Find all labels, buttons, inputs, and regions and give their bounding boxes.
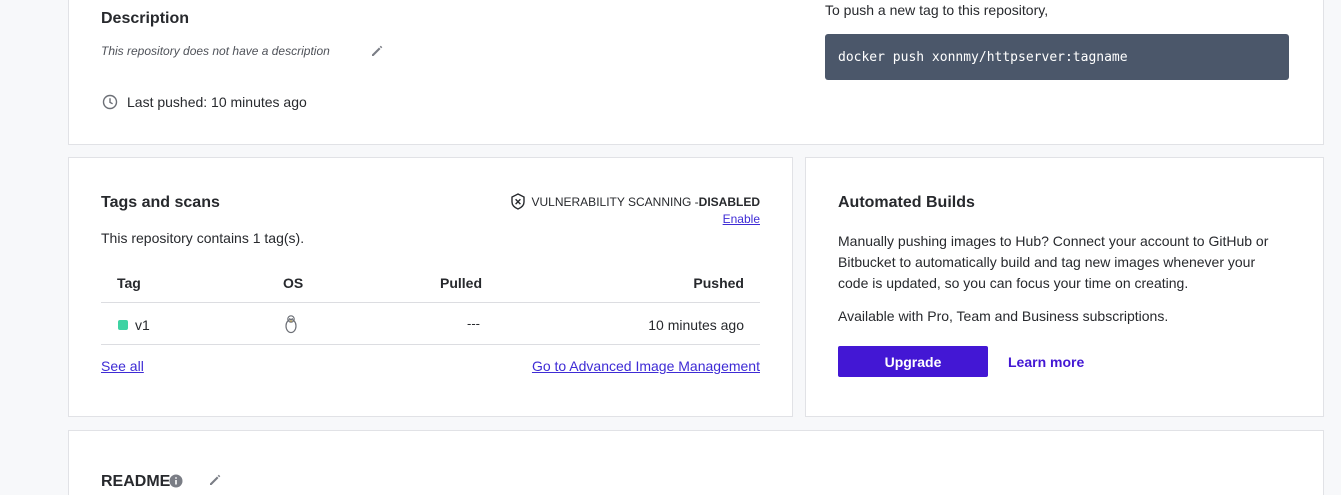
- tags-summary: This repository contains 1 tag(s).: [101, 230, 305, 246]
- learn-more-link[interactable]: Learn more: [1008, 354, 1084, 370]
- description-title: Description: [101, 10, 190, 27]
- scan-label: VULNERABILITY SCANNING -: [531, 194, 699, 209]
- tag-status-indicator: [118, 320, 128, 330]
- tag-pushed: 10 minutes ago: [648, 317, 744, 333]
- scan-status: DISABLED: [698, 194, 760, 209]
- advanced-image-management-link[interactable]: Go to Advanced Image Management: [532, 358, 760, 374]
- push-command: docker push xonnmy/httpserver:tagname: [838, 49, 1128, 65]
- readme-card: README: [68, 430, 1324, 495]
- edit-description-button[interactable]: [370, 44, 384, 58]
- automated-builds-card: Automated Builds Manually pushing images…: [805, 157, 1324, 417]
- tags-card: Tags and scans VULNERABILITY SCANNING - …: [68, 157, 793, 417]
- push-hint: To push a new tag to this repository,: [825, 2, 1049, 18]
- tags-title: Tags and scans: [101, 194, 220, 211]
- column-pushed: Pushed: [693, 275, 744, 291]
- column-tag: Tag: [117, 275, 141, 291]
- last-pushed: Last pushed: 10 minutes ago: [127, 94, 307, 110]
- table-row-divider: [101, 344, 760, 345]
- edit-readme-button[interactable]: [208, 473, 222, 487]
- pencil-icon: [372, 45, 383, 56]
- see-all-link[interactable]: See all: [101, 358, 144, 374]
- description-text: This repository does not have a descript…: [101, 44, 330, 58]
- readme-title: README: [101, 473, 171, 490]
- push-command-box[interactable]: docker push xonnmy/httpserver:tagname: [825, 34, 1289, 80]
- general-card: Description This repository does not hav…: [68, 0, 1324, 145]
- builds-title: Automated Builds: [838, 194, 975, 211]
- clock-icon: [102, 94, 118, 110]
- builds-availability: Available with Pro, Team and Business su…: [838, 308, 1169, 324]
- table-header-divider: [101, 302, 760, 303]
- pencil-icon: [210, 474, 221, 485]
- column-pulled: Pulled: [440, 275, 483, 291]
- vulnerability-scanning: VULNERABILITY SCANNING - DISABLED: [510, 193, 760, 210]
- enable-scanning-link[interactable]: Enable: [723, 212, 760, 226]
- column-os: OS: [283, 275, 304, 291]
- info-icon[interactable]: [169, 474, 183, 488]
- tag-pulled: ---: [467, 316, 480, 331]
- builds-description: Manually pushing images to Hub? Connect …: [838, 233, 1269, 291]
- tag-name[interactable]: v1: [135, 317, 150, 333]
- linux-icon: [283, 314, 299, 334]
- upgrade-button[interactable]: Upgrade: [838, 346, 988, 377]
- shield-x-icon: [510, 193, 525, 210]
